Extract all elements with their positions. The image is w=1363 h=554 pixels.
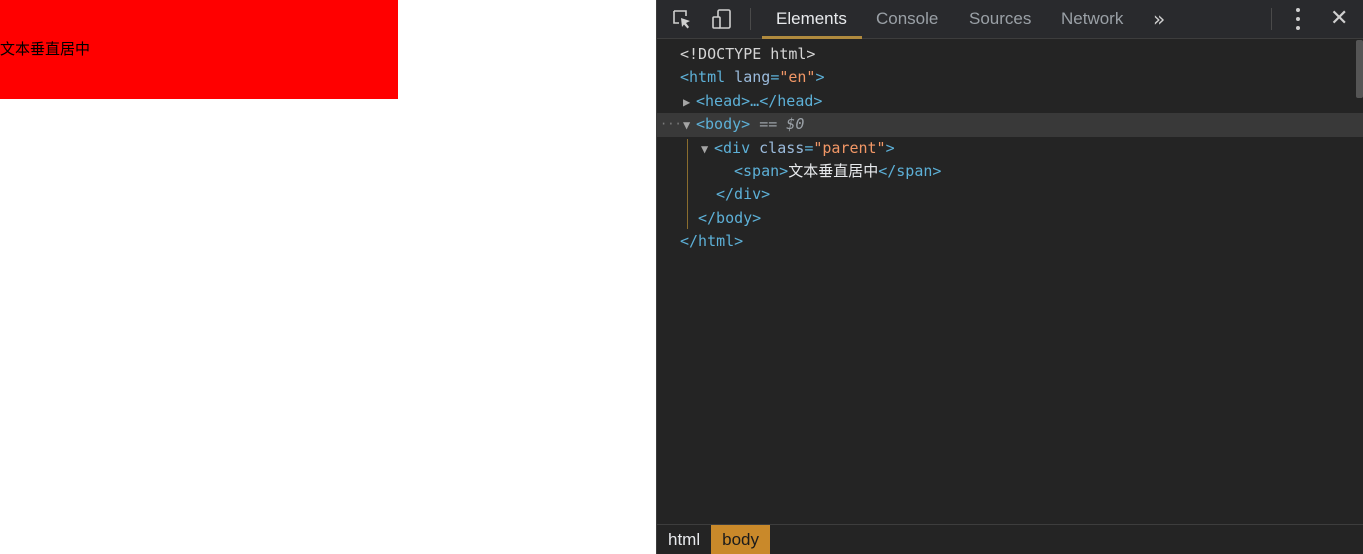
html-close-tag: </html> xyxy=(680,232,744,251)
span-text-node: 文本垂直居中 xyxy=(788,161,879,180)
body-close-tag: </body> xyxy=(698,208,762,227)
more-actions-icon[interactable]: ··· xyxy=(660,113,682,136)
tree-line-html[interactable]: <html lang="en"> xyxy=(657,66,1363,89)
more-tabs-icon[interactable]: » xyxy=(1153,7,1165,31)
collapse-triangle-icon[interactable]: ▼ xyxy=(701,138,714,161)
collapse-triangle-icon[interactable]: ▼ xyxy=(683,114,696,137)
inspect-element-icon[interactable] xyxy=(671,8,693,30)
toolbar-separator xyxy=(750,8,751,30)
breadcrumb-html[interactable]: html xyxy=(657,525,711,554)
centered-text: 文本垂直居中 xyxy=(0,40,91,58)
dom-tree: <!DOCTYPE html> <html lang="en"> ▶ <head>… xyxy=(657,43,1363,254)
tab-console[interactable]: Console xyxy=(876,0,938,38)
breadcrumb: html body xyxy=(657,524,1363,554)
tab-elements[interactable]: Elements xyxy=(776,0,847,38)
html-open-close: > xyxy=(815,68,825,87)
span-open-tag: <span> xyxy=(734,161,789,180)
tree-line-span[interactable]: <span>文本垂直居中</span> xyxy=(657,160,1363,183)
device-toolbar-icon[interactable] xyxy=(711,8,733,30)
span-close-tag: </span> xyxy=(878,161,942,180)
div-attr-eq: = xyxy=(804,138,814,157)
html-attr-name: lang xyxy=(725,68,771,87)
tree-line-html-close[interactable]: </html> xyxy=(657,230,1363,253)
div-attr-name: class xyxy=(750,138,805,157)
tree-indent-guide xyxy=(687,139,688,229)
html-attr-value: "en" xyxy=(779,68,816,87)
breadcrumb-body[interactable]: body xyxy=(711,525,770,554)
tab-sources[interactable]: Sources xyxy=(969,0,1031,38)
parent-div: 文本垂直居中 xyxy=(0,0,398,99)
html-attr-eq: = xyxy=(770,68,780,87)
tree-line-head[interactable]: ▶ <head>…</head> xyxy=(657,90,1363,113)
selected-marker: == $0 xyxy=(750,115,805,134)
tree-line-body-close[interactable]: </body> xyxy=(657,207,1363,230)
customize-menu-icon[interactable] xyxy=(1293,8,1303,30)
head-node: <head>…</head> xyxy=(696,91,823,110)
tree-line-div-close[interactable]: </div> xyxy=(657,183,1363,206)
div-open-tag: <div xyxy=(714,138,751,157)
tree-line-div[interactable]: ▼ <div class="parent"> xyxy=(657,137,1363,160)
page-viewport: 文本垂直居中 xyxy=(0,0,656,554)
div-attr-value: "parent" xyxy=(813,138,886,157)
expand-triangle-icon[interactable]: ▶ xyxy=(683,91,696,114)
html-open-tag: <html xyxy=(680,68,726,87)
devtools-panel: Elements Console Sources Network » ✕ <!D… xyxy=(656,0,1363,554)
body-open-tag: <body> xyxy=(696,115,751,134)
devtools-toolbar: Elements Console Sources Network » ✕ xyxy=(657,0,1363,39)
tree-line-doctype[interactable]: <!DOCTYPE html> xyxy=(657,43,1363,66)
doctype-node: <!DOCTYPE html> xyxy=(680,45,816,63)
div-open-close: > xyxy=(885,138,895,157)
close-icon[interactable]: ✕ xyxy=(1330,6,1348,31)
div-close-tag: </div> xyxy=(716,185,771,204)
active-tab-indicator xyxy=(762,36,862,39)
tree-line-body[interactable]: ··· ▼ <body> == $0 xyxy=(657,113,1363,137)
tab-network[interactable]: Network xyxy=(1061,0,1123,38)
toolbar-separator xyxy=(1271,8,1272,30)
